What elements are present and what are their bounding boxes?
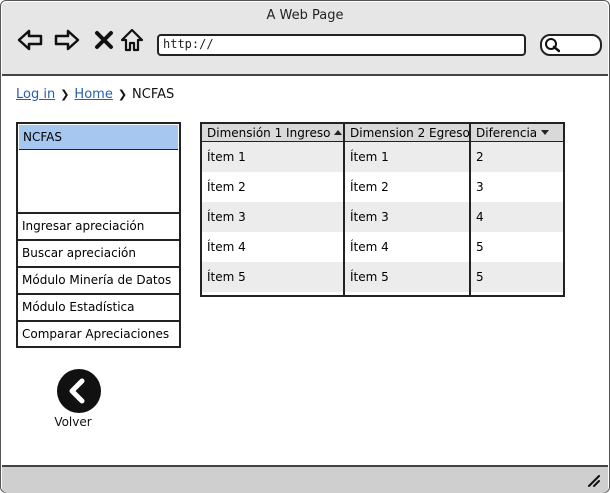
table-cell: 3 [476,180,484,194]
breadcrumb: Log in ❯ Home ❯ NCFAS [16,87,174,102]
table-cell: 4 [476,210,484,224]
table-row[interactable]: Ítem 5 Ítem 5 5 [202,262,563,292]
table-cell: Ítem 3 [350,210,389,224]
back-button[interactable] [57,369,101,413]
sidebar-item-modulo-mineria[interactable]: Módulo Minería de Datos [18,266,179,291]
sidebar-item-ncfas[interactable]: NCFAS [19,125,178,150]
sidebar-menu: NCFAS Ingresar apreciación Buscar apreci… [16,122,181,348]
table-cell: Ítem 4 [207,240,246,254]
browser-search-input[interactable] [540,34,602,56]
breadcrumb-login-link[interactable]: Log in [16,87,55,102]
browser-window: A Web Page http:// Log in ❯ Home ❯ NCFAS [0,0,610,493]
sidebar-item-buscar-apreciacion[interactable]: Buscar apreciación [18,239,179,264]
data-table: Dimensión 1 Ingreso Dimension 2 Egreso D… [200,122,565,297]
table-cell: 5 [476,240,484,254]
column-divider [343,124,345,295]
back-arrow-icon[interactable] [16,26,44,54]
chevron-right-icon: ❯ [117,88,128,101]
table-cell: Ítem 1 [350,150,389,164]
column-header-dimension-2[interactable]: Dimension 2 Egreso [345,124,470,142]
table-cell: Ítem 2 [350,180,389,194]
sidebar-item-ingresar-apreciacion[interactable]: Ingresar apreciación [18,212,179,237]
table-cell: Ítem 5 [207,270,246,284]
status-bar [2,465,608,493]
window-title: A Web Page [266,8,344,23]
table-cell: Ítem 5 [350,270,389,284]
chevron-left-icon [69,378,85,404]
column-header-dimension-1[interactable]: Dimensión 1 Ingreso [202,124,343,142]
search-icon [545,38,560,53]
home-icon[interactable] [118,26,146,54]
breadcrumb-current: NCFAS [132,87,175,102]
table-row[interactable]: Ítem 3 Ítem 3 4 [202,202,563,232]
sort-descending-icon [541,130,550,135]
sidebar-item-comparar-apreciaciones[interactable]: Comparar Apreciaciones [18,320,179,345]
sort-ascending-icon [334,130,343,135]
url-input[interactable]: http:// [157,34,526,56]
table-cell: 2 [476,150,484,164]
table-cell: 5 [476,270,484,284]
browser-toolbar: A Web Page http:// [2,2,608,76]
table-row[interactable]: Ítem 1 Ítem 1 2 [202,142,563,172]
url-text: http:// [163,37,214,51]
breadcrumb-home-link[interactable]: Home [74,87,112,102]
table-cell: Ítem 4 [350,240,389,254]
table-cell: Ítem 3 [207,210,246,224]
table-row[interactable]: Ítem 2 Ítem 2 3 [202,172,563,202]
table-cell: Ítem 2 [207,180,246,194]
back-button-label: Volver [54,415,92,429]
forward-arrow-icon[interactable] [53,26,81,54]
chevron-right-icon: ❯ [60,88,70,101]
table-cell: Ítem 1 [207,150,246,164]
sidebar-item-modulo-estadistica[interactable]: Módulo Estadística [18,293,179,318]
table-row[interactable]: Ítem 4 Ítem 4 5 [202,232,563,262]
column-header-diferencia[interactable]: Diferencia [471,124,563,142]
column-divider [469,124,471,295]
close-icon[interactable] [90,26,118,54]
resize-handle-icon[interactable] [586,475,600,487]
